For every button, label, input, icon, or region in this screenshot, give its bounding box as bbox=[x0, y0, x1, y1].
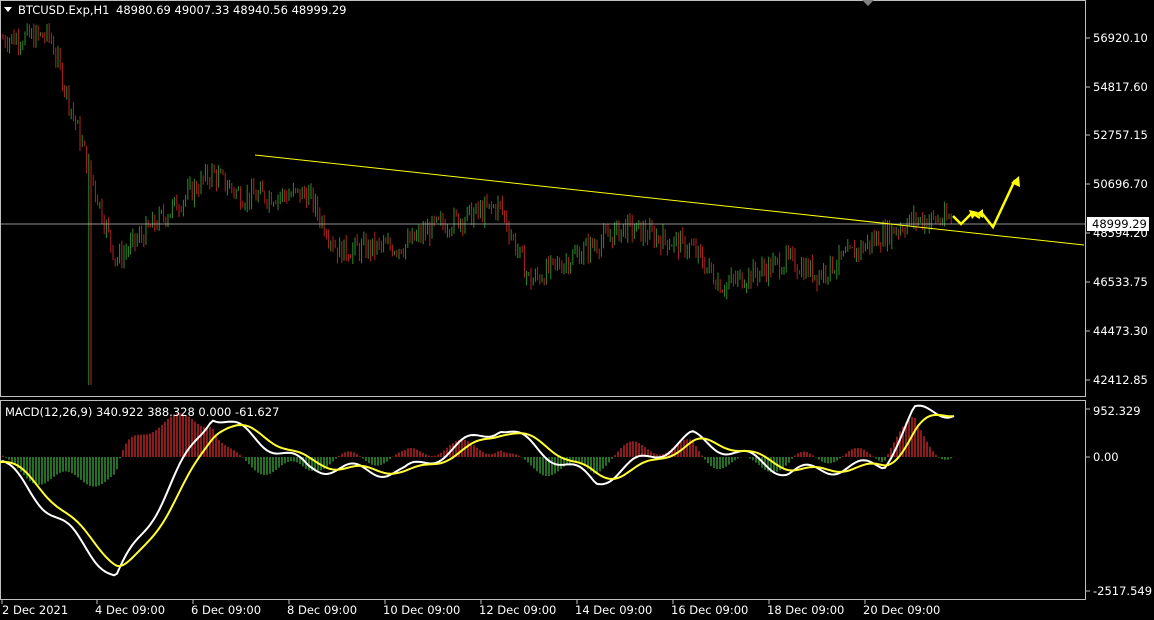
symbol-label: BTCUSD.Exp,H1 bbox=[18, 3, 110, 17]
trading-chart[interactable]: BTCUSD.Exp,H1 48980.69 49007.33 48940.56… bbox=[0, 0, 1154, 620]
price-tick: 52757.15 bbox=[1093, 128, 1148, 142]
time-tick: 14 Dec 09:00 bbox=[575, 603, 652, 617]
chart-background bbox=[0, 0, 1154, 620]
current-price-label: 48999.29 bbox=[1092, 217, 1147, 231]
time-tick: 2 Dec 2021 bbox=[2, 603, 68, 617]
time-tick: 10 Dec 09:00 bbox=[383, 603, 460, 617]
time-tick: 20 Dec 09:00 bbox=[863, 603, 940, 617]
time-tick: 4 Dec 09:00 bbox=[95, 603, 165, 617]
ohlc-values: 48980.69 49007.33 48940.56 48999.29 bbox=[116, 3, 346, 17]
time-tick: 16 Dec 09:00 bbox=[671, 603, 748, 617]
time-tick: 18 Dec 09:00 bbox=[767, 603, 844, 617]
macd-tick: 0.00 bbox=[1093, 450, 1119, 464]
price-tick: 44473.30 bbox=[1093, 324, 1148, 338]
time-tick: 12 Dec 09:00 bbox=[479, 603, 556, 617]
macd-indicator-label: MACD(12,26,9) 340.922 388.328 0.000 -61.… bbox=[5, 405, 279, 419]
time-tick: 6 Dec 09:00 bbox=[191, 603, 261, 617]
price-tick: 50696.70 bbox=[1093, 177, 1148, 191]
price-tick: 42412.85 bbox=[1093, 373, 1148, 387]
time-tick: 8 Dec 09:00 bbox=[287, 603, 357, 617]
macd-tick: 952.329 bbox=[1093, 404, 1141, 418]
macd-tick: -2517.549 bbox=[1093, 584, 1152, 598]
price-tick: 54817.60 bbox=[1093, 80, 1148, 94]
price-tick: 56920.10 bbox=[1093, 31, 1148, 45]
price-tick: 46533.75 bbox=[1093, 275, 1148, 289]
